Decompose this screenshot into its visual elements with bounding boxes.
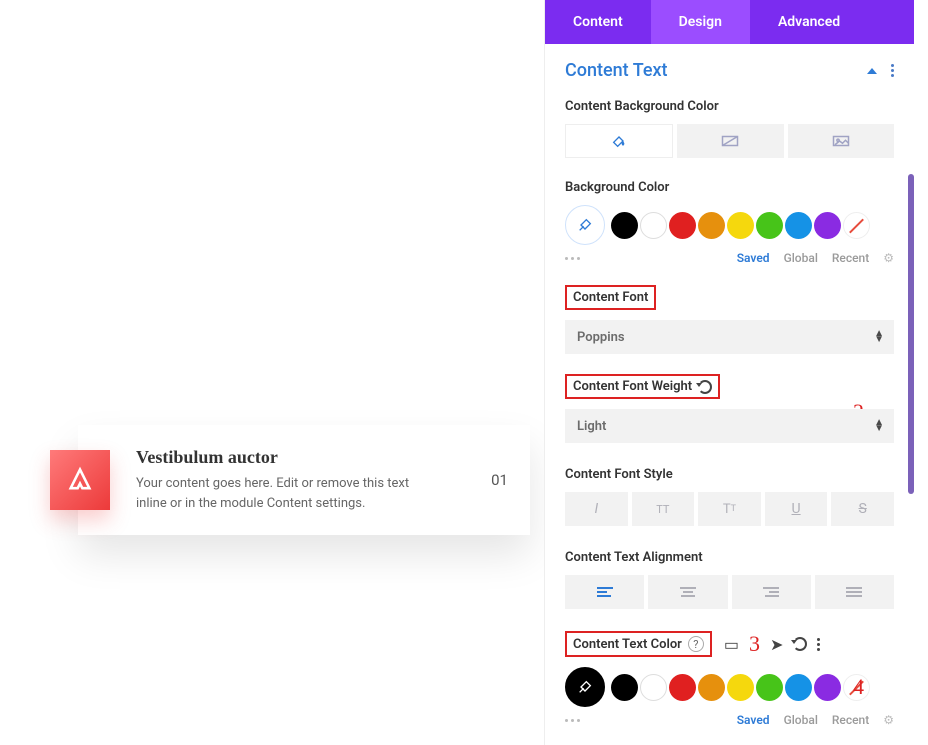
annotation-4: 4	[853, 674, 864, 700]
section-menu-icon[interactable]	[891, 64, 894, 77]
preview-badge	[50, 450, 110, 510]
hover-state-icon[interactable]: ➤	[770, 635, 783, 654]
align-right[interactable]	[732, 575, 811, 609]
label-content-font-weight: Content Font Weight	[573, 379, 692, 394]
panel-body: Content Text Content Background Color Ba…	[545, 44, 914, 745]
eyedropper-button[interactable]	[565, 205, 605, 245]
swatch-green[interactable]	[756, 212, 783, 239]
eyedropper-button[interactable]	[565, 667, 605, 707]
swatch-black[interactable]	[611, 212, 638, 239]
swatch-blue[interactable]	[785, 212, 812, 239]
align-right-icon	[763, 587, 779, 597]
swatch-orange[interactable]	[698, 674, 725, 701]
annotation-box-1: Content Font	[565, 285, 656, 310]
font-weight-select[interactable]: Light ▲▼	[565, 409, 894, 443]
tab-design[interactable]: Design	[651, 0, 750, 44]
align-center-icon	[680, 587, 696, 597]
design-panel: Content Design Advanced Content Text Con…	[544, 0, 914, 745]
style-uppercase[interactable]: TT	[632, 492, 695, 526]
palette-tab-recent[interactable]: Recent	[832, 251, 869, 265]
palette-tab-saved[interactable]: Saved	[737, 251, 770, 265]
preview-title: Vestibulum auctor	[136, 447, 436, 468]
field-menu-icon[interactable]	[817, 638, 820, 651]
style-smallcaps[interactable]: TT	[698, 492, 761, 526]
font-select[interactable]: Poppins ▲▼	[565, 320, 894, 354]
align-justify-icon	[846, 587, 862, 597]
swatch-yellow[interactable]	[727, 212, 754, 239]
palette-more-icon[interactable]	[565, 719, 580, 722]
style-underline[interactable]: U	[765, 492, 828, 526]
eyedropper-icon	[577, 217, 593, 233]
bg-type-gradient[interactable]	[677, 124, 783, 158]
preview-card: Vestibulum auctor Your content goes here…	[78, 425, 530, 535]
help-icon[interactable]: ?	[688, 636, 704, 652]
annotation-3: 3	[749, 631, 760, 657]
swatch-black[interactable]	[611, 674, 638, 701]
reset-icon[interactable]	[698, 380, 712, 394]
swatch-yellow[interactable]	[727, 674, 754, 701]
label-content-font-style: Content Font Style	[565, 467, 673, 482]
align-left-icon	[597, 587, 613, 597]
image-icon	[832, 134, 850, 148]
brand-logo-icon	[66, 466, 94, 494]
style-italic[interactable]: I	[565, 492, 628, 526]
text-color-swatches	[565, 667, 894, 707]
bg-color-swatches	[565, 205, 894, 245]
select-caret-icon: ▲▼	[874, 331, 884, 343]
select-caret-icon: ▲▼	[874, 420, 884, 432]
eyedropper-icon	[577, 679, 593, 695]
scrollbar[interactable]	[908, 174, 914, 494]
alignment-segments	[565, 575, 894, 609]
reset-icon[interactable]	[793, 637, 807, 651]
section-head: Content Text	[565, 60, 894, 81]
section-title[interactable]: Content Text	[565, 60, 668, 81]
tab-advanced[interactable]: Advanced	[750, 0, 868, 44]
font-weight-value: Light	[577, 419, 606, 434]
label-content-bg-color: Content Background Color	[565, 99, 719, 114]
font-select-value: Poppins	[577, 330, 625, 345]
style-strike[interactable]: S	[831, 492, 894, 526]
preview-body: Your content goes here. Edit or remove t…	[136, 474, 436, 513]
palette-tab-global[interactable]: Global	[784, 713, 818, 727]
swatch-red[interactable]	[669, 212, 696, 239]
font-style-segments: I TT TT U S	[565, 492, 894, 526]
palette-tab-saved[interactable]: Saved	[737, 713, 770, 727]
label-content-text-color: Content Text Color	[573, 637, 682, 652]
swatch-red[interactable]	[669, 674, 696, 701]
align-left[interactable]	[565, 575, 644, 609]
align-justify[interactable]	[815, 575, 894, 609]
palette-tab-recent[interactable]: Recent	[832, 713, 869, 727]
preview-number: 01	[491, 471, 508, 489]
label-content-text-alignment: Content Text Alignment	[565, 550, 703, 565]
swatch-none[interactable]	[843, 212, 870, 239]
collapse-icon[interactable]	[867, 68, 877, 74]
palette-more-icon[interactable]	[565, 257, 580, 260]
swatch-white[interactable]	[640, 212, 667, 239]
swatch-orange[interactable]	[698, 212, 725, 239]
swatch-white[interactable]	[640, 674, 667, 701]
panel-tabs: Content Design Advanced	[545, 0, 914, 44]
swatch-green[interactable]	[756, 674, 783, 701]
bg-type-segments	[565, 124, 894, 158]
responsive-icon[interactable]: ▭	[724, 635, 739, 654]
bg-type-solid[interactable]	[565, 124, 673, 158]
annotation-box-2: Content Font Weight	[565, 374, 720, 399]
align-center[interactable]	[648, 575, 727, 609]
palette-tab-global[interactable]: Global	[784, 251, 818, 265]
swatch-blue[interactable]	[785, 674, 812, 701]
palette-settings-icon[interactable]: ⚙	[883, 713, 894, 727]
palette-settings-icon[interactable]: ⚙	[883, 251, 894, 265]
annotation-box-3: Content Text Color ?	[565, 631, 712, 657]
preview-area: Vestibulum auctor Your content goes here…	[50, 425, 530, 535]
swatch-purple[interactable]	[814, 674, 841, 701]
label-background-color: Background Color	[565, 180, 669, 195]
label-content-font: Content Font	[573, 290, 648, 305]
paint-bucket-icon	[611, 133, 627, 149]
swatch-purple[interactable]	[814, 212, 841, 239]
tab-content[interactable]: Content	[545, 0, 651, 44]
bg-type-image[interactable]	[788, 124, 894, 158]
gradient-icon	[721, 134, 739, 148]
